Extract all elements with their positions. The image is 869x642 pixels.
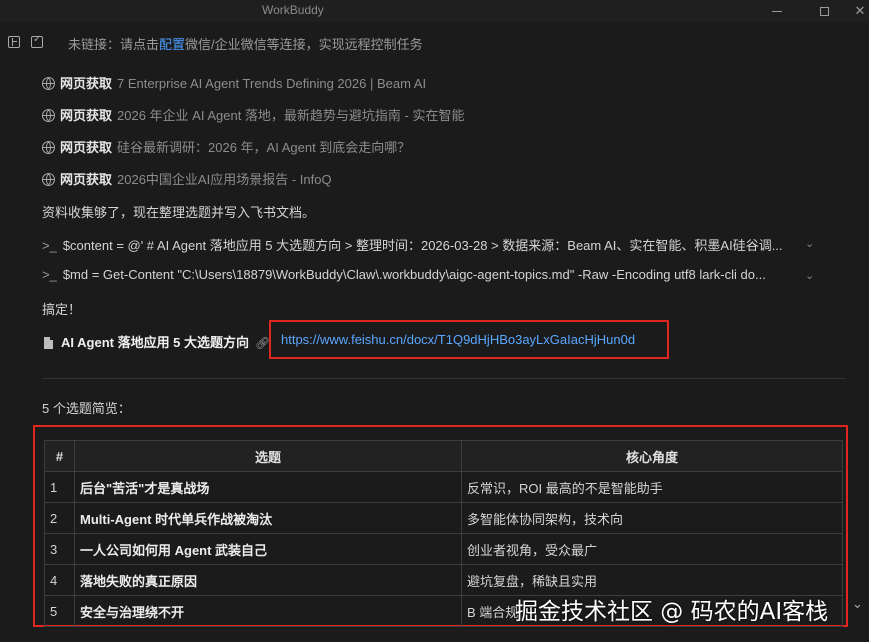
topic-cell: Multi-Agent 时代单兵作战被淘汰 [74,502,462,534]
table-header-row: # 选题 核心角度 [44,440,843,472]
scroll-down-icon[interactable]: ⌄ [852,596,863,612]
column-header: 核心角度 [461,440,843,472]
table-row: 1 后台"苦活"才是真战场 反常识，ROI 最高的不是智能助手 [44,471,843,503]
connection-notice: 未链接：请点击配置微信/企业微信等连接，实现远程控制任务 [68,34,423,53]
doc-title: AI Agent 落地应用 5 大选题方向 [61,335,250,350]
column-header: 选题 [74,440,462,472]
title-bar: WorkBuddy ✕ [0,0,869,22]
fetch-label: 网页获取 [60,172,113,187]
maximize-icon [819,6,829,16]
angle-cell: 多智能体协同架构，技术向 [461,502,843,534]
link-icon: 🔗︎ [255,336,271,350]
minimize-icon [772,10,782,12]
toolbar-panel-icon[interactable] [8,36,20,48]
document-icon [44,337,53,349]
status-collected: 资料收集够了，现在整理选题并写入飞书文档。 [42,205,316,220]
angle-cell: 创业者视角，受众最广 [461,533,843,565]
command-row[interactable]: >_ $md = Get-Content "C:\Users\18879\Work… [42,267,792,282]
row-number: 3 [44,533,75,565]
row-number: 5 [44,595,75,627]
fetch-label: 网页获取 [60,76,113,91]
command-row[interactable]: >_ $content = @' # AI Agent 落地应用 5 大选题方向 … [42,235,792,254]
row-number: 4 [44,564,75,596]
fetch-item[interactable]: 网页获取 7 Enterprise AI Agent Trends Definin… [42,73,426,92]
table-row: 4 落地失败的真正原因 避坑复盘，稀缺且实用 [44,564,843,596]
topic-cell: 一人公司如何用 Agent 武装自己 [74,533,462,565]
chevron-down-icon[interactable]: ⌄ [805,269,814,282]
globe-icon [42,141,55,154]
close-icon: ✕ [854,3,866,18]
watermark: 掘金技术社区 @ 码农的AI客栈 [515,599,829,625]
minimize-button[interactable] [757,0,797,22]
globe-icon [42,77,55,90]
fetch-title: 7 Enterprise AI Agent Trends Defining 20… [117,76,427,91]
close-button[interactable]: ✕ [840,0,869,22]
globe-icon [42,109,55,122]
command-text: $content = @' # AI Agent 落地应用 5 大选题方向 > … [62,238,783,253]
fetch-title: 2026中国企业AI应用场景报告 - InfoQ [117,172,332,187]
fetch-item[interactable]: 网页获取 2026中国企业AI应用场景报告 - InfoQ [42,169,332,188]
window-title: WorkBuddy [262,3,324,17]
topic-cell: 安全与治理绕不开 [74,595,462,627]
config-link[interactable]: 配置 [159,37,185,52]
fetch-title: 2026 年企业 AI Agent 落地，最新趋势与避坑指南 - 实在智能 [117,108,465,123]
globe-icon [42,173,55,186]
column-header: # [44,440,75,472]
maximize-button[interactable] [804,0,844,22]
angle-cell: 反常识，ROI 最高的不是智能助手 [461,471,843,503]
doc-reference: AI Agent 落地应用 5 大选题方向 🔗︎ [44,332,270,351]
notice-suffix: 微信/企业微信等连接，实现远程控制任务 [185,37,423,52]
summary-label: 5 个选题简览： [42,401,131,416]
toolbar-check-icon[interactable] [31,34,43,48]
highlight-box [269,320,669,359]
fetch-label: 网页获取 [60,108,113,123]
fetch-label: 网页获取 [60,140,113,155]
terminal-icon: >_ [42,238,57,253]
table-row: 3 一人公司如何用 Agent 武装自己 创业者视角，受众最广 [44,533,843,565]
row-number: 2 [44,502,75,534]
terminal-icon: >_ [42,267,57,282]
command-text: $md = Get-Content "C:\Users\18879\WorkBu… [62,267,766,282]
table-row: 2 Multi-Agent 时代单兵作战被淘汰 多智能体协同架构，技术向 [44,502,843,534]
fetch-item[interactable]: 网页获取 2026 年企业 AI Agent 落地，最新趋势与避坑指南 - 实在智… [42,105,464,124]
angle-cell: 避坑复盘，稀缺且实用 [461,564,843,596]
fetch-item[interactable]: 网页获取 硅谷最新调研：2026 年，AI Agent 到底会走向哪？ [42,137,410,156]
topic-cell: 后台"苦活"才是真战场 [74,471,462,503]
notice-prefix: 未链接：请点击 [68,37,160,52]
topic-cell: 落地失败的真正原因 [74,564,462,596]
status-done: 搞定！ [42,302,82,317]
row-number: 1 [44,471,75,503]
fetch-title: 硅谷最新调研：2026 年，AI Agent 到底会走向哪？ [117,140,411,155]
divider [42,378,846,379]
chevron-down-icon[interactable]: ⌄ [805,237,814,250]
